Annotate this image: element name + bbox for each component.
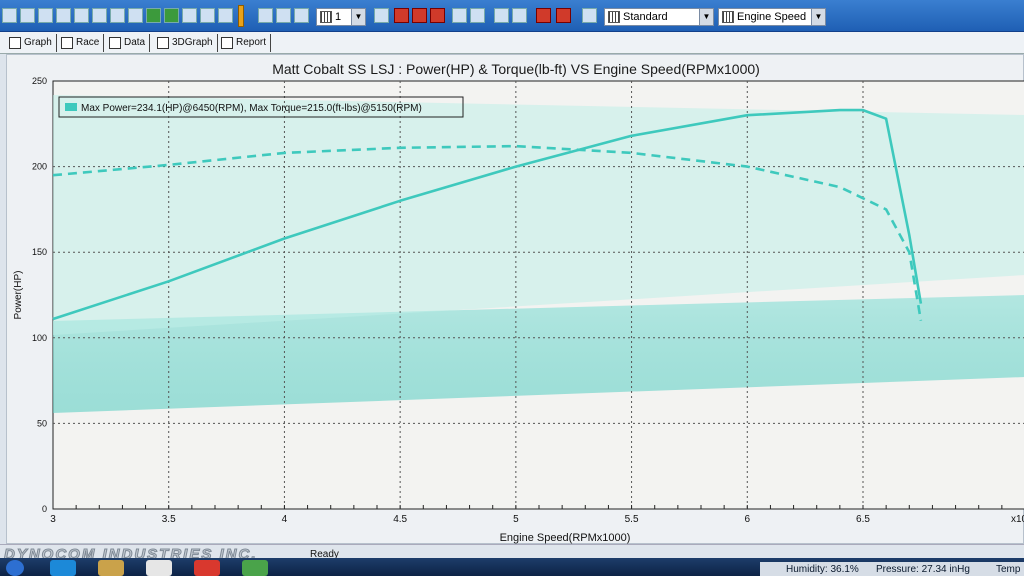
main-toolbar: 1 ▼ Standard ▼ Engine Speed ▼ (0, 0, 1024, 32)
tab-race[interactable]: Race (58, 34, 105, 52)
grid-icon[interactable] (164, 8, 179, 23)
tab-report[interactable]: Report (218, 34, 272, 52)
zoom-out-icon[interactable] (276, 8, 291, 23)
dyno-chart[interactable]: 3 3.5 4 4.5 5 5.5 6 6.5 x10 0 50 100 150 200 250 Max P… (7, 55, 1024, 545)
zoom-fit-icon[interactable] (294, 8, 309, 23)
table-icon (109, 37, 121, 49)
chart-icon[interactable] (110, 8, 125, 23)
view-tabs: Graph Race Data 3DGraph Report (0, 32, 1024, 54)
tools-icon[interactable] (20, 8, 35, 23)
grid-icon (722, 11, 734, 23)
x-tick-label: 6.5 (856, 514, 870, 525)
app-icon[interactable] (146, 560, 172, 576)
x-tick-label: 5 (513, 514, 519, 525)
y-axis-label: Power(HP) (13, 271, 24, 320)
x-tick-label: 4.5 (393, 514, 407, 525)
humidity-readout: Humidity: 36.1% (786, 564, 859, 575)
grid-icon (320, 11, 332, 23)
legend-text: Max Power=234.1(HP)@6450(RPM), Max Torqu… (81, 103, 422, 114)
mode-select[interactable]: Standard ▼ (604, 8, 714, 26)
chevron-down-icon: ▼ (699, 9, 713, 25)
x-axis-select[interactable]: Engine Speed ▼ (718, 8, 826, 26)
chart-panel: Matt Cobalt SS LSJ : Power(HP) & Torque(… (6, 54, 1024, 544)
browser-icon[interactable] (50, 560, 76, 576)
table-icon[interactable] (182, 8, 197, 23)
y-tick-label: 250 (32, 76, 47, 86)
cursor-icon[interactable] (374, 8, 389, 23)
report-icon (221, 37, 233, 49)
legend-swatch (65, 103, 77, 111)
graph-icon (9, 37, 21, 49)
pointer-icon[interactable] (452, 8, 467, 23)
overlay2-icon[interactable] (412, 8, 427, 23)
sigma-icon[interactable] (494, 8, 509, 23)
flag-icon (61, 37, 73, 49)
export-icon[interactable] (582, 8, 597, 23)
y-tick-label: 0 (42, 504, 47, 514)
y-tick-label: 100 (32, 333, 47, 343)
chevron-down-icon: ▼ (351, 9, 365, 25)
battery-icon[interactable] (146, 8, 161, 23)
columns-icon[interactable] (470, 8, 485, 23)
app-icon[interactable] (2, 8, 17, 23)
x-tick-label: 6 (745, 514, 751, 525)
toolbar-separator (238, 5, 244, 27)
chevron-down-icon: ▼ (811, 9, 825, 25)
x-axis-label: Engine Speed(RPMx1000) (500, 532, 631, 544)
list-icon[interactable] (430, 8, 445, 23)
folder-icon[interactable] (98, 560, 124, 576)
overlay-icon[interactable] (394, 8, 409, 23)
temp-readout: Temp (996, 564, 1021, 575)
edit-icon[interactable] (92, 8, 107, 23)
document-icon[interactable] (194, 560, 220, 576)
y-tick-label: 150 (32, 247, 47, 257)
y-tick-label: 50 (37, 418, 47, 428)
window-icon[interactable] (38, 8, 53, 23)
tools2-icon[interactable] (128, 8, 143, 23)
tab-data[interactable]: Data (106, 34, 151, 52)
tab-graph[interactable]: Graph (6, 34, 57, 52)
zoom-in-icon[interactable] (258, 8, 273, 23)
compare2-icon[interactable] (556, 8, 571, 23)
browser2-icon[interactable] (242, 560, 268, 576)
compare-icon[interactable] (536, 8, 551, 23)
y-tick-label: 200 (32, 162, 47, 172)
tab-3dgraph[interactable]: 3DGraph (154, 34, 218, 52)
x-tick-label: 5.5 (625, 514, 639, 525)
open-icon[interactable] (56, 8, 71, 23)
x-tick-label: 4 (282, 514, 288, 525)
3d-graph-icon (157, 37, 169, 49)
start-icon[interactable] (6, 560, 24, 576)
record-icon[interactable] (74, 8, 89, 23)
zoom-select[interactable]: 1 ▼ (316, 8, 366, 26)
x-tick-label: 3.5 (162, 514, 176, 525)
filter-icon[interactable] (512, 8, 527, 23)
ship-icon (608, 11, 620, 23)
x-tick-label: x10 (1011, 514, 1024, 525)
status-tray: Humidity: 36.1% Pressure: 27.34 inHg Tem… (760, 562, 1024, 576)
x-tick-label: 3 (50, 514, 56, 525)
print-icon[interactable] (200, 8, 215, 23)
pressure-readout: Pressure: 27.34 inHg (876, 564, 970, 575)
lock-icon[interactable] (218, 8, 233, 23)
